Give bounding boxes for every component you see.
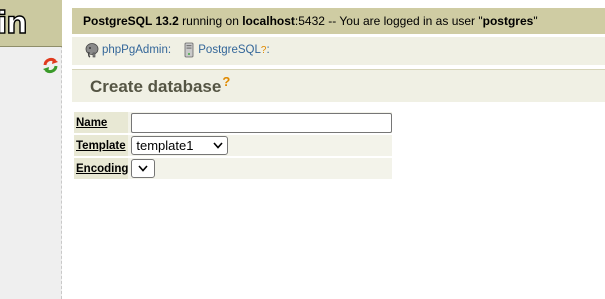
- create-database-form: Name Template template1 Encoding: [74, 110, 393, 181]
- database-name-input[interactable]: [131, 112, 393, 133]
- breadcrumb-postgresql-label: PostgreSQL: [198, 44, 261, 56]
- elephant-icon: [85, 43, 99, 58]
- page-title-bar: Create database?: [72, 69, 605, 102]
- breadcrumb-separator: :: [266, 44, 270, 56]
- title-help-link[interactable]: ?: [222, 74, 230, 89]
- encoding-label: Encoding: [74, 158, 129, 179]
- encoding-field-cell: [128, 158, 393, 179]
- breadcrumb: phpPgAdmin: PostgreSQL?:: [72, 37, 605, 65]
- refresh-icon[interactable]: [42, 57, 59, 74]
- logo-text: in: [0, 6, 28, 41]
- template-field-cell: template1: [128, 135, 393, 156]
- form-row-name: Name: [74, 112, 393, 133]
- login-text: :5432 -- You are logged in as user ": [294, 14, 483, 28]
- chevron-down-icon: [213, 142, 223, 149]
- browser-frame: in: [0, 0, 62, 299]
- chevron-down-icon: [138, 165, 148, 172]
- breadcrumb-phppgadmin-label: phpPgAdmin:: [102, 44, 172, 56]
- template-selected-value: template1: [136, 138, 194, 153]
- app-logo[interactable]: in: [0, 0, 62, 47]
- breadcrumb-postgresql[interactable]: PostgreSQL?:: [182, 42, 270, 58]
- form-row-template: Template template1: [74, 135, 393, 156]
- server-info-bar: PostgreSQL 13.2 running on localhost:543…: [72, 8, 605, 34]
- user-name: postgres: [482, 14, 534, 28]
- template-select[interactable]: template1: [131, 136, 229, 155]
- host-name: localhost: [242, 14, 295, 28]
- page-title: Create database: [90, 77, 222, 96]
- encoding-select[interactable]: [131, 159, 156, 178]
- quote-end: ": [533, 14, 538, 28]
- running-on-text: running on: [178, 14, 243, 28]
- breadcrumb-phppgadmin[interactable]: phpPgAdmin:: [84, 42, 171, 58]
- template-label: Template: [74, 135, 129, 156]
- server-version: PostgreSQL 13.2: [83, 14, 179, 28]
- main-content: PostgreSQL 13.2 running on localhost:543…: [72, 0, 605, 299]
- form-row-encoding: Encoding: [74, 158, 393, 179]
- server-icon: [184, 42, 194, 58]
- name-field-cell: [128, 112, 393, 133]
- name-label: Name: [74, 112, 129, 133]
